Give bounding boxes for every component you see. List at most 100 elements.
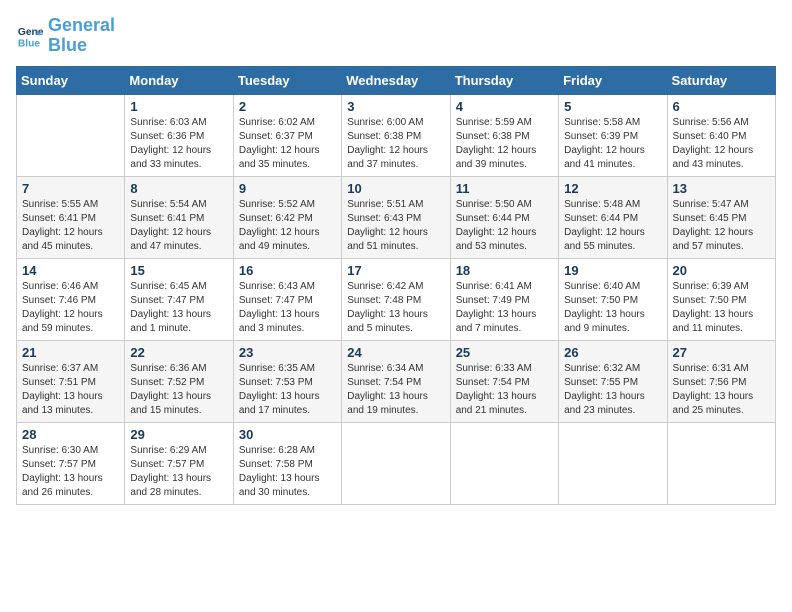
- day-cell: 14 Sunrise: 6:46 AM Sunset: 7:46 PM Dayli…: [17, 258, 125, 340]
- day-info: Sunrise: 6:28 AM Sunset: 7:58 PM Dayligh…: [239, 444, 336, 500]
- week-row-1: 1 Sunrise: 6:03 AM Sunset: 6:36 PM Daylig…: [17, 94, 776, 176]
- day-number: 22: [130, 345, 227, 360]
- logo: General Blue General Blue: [16, 16, 115, 56]
- day-info: Sunrise: 5:47 AM Sunset: 6:45 PM Dayligh…: [673, 198, 770, 254]
- day-number: 1: [130, 99, 227, 114]
- day-number: 23: [239, 345, 336, 360]
- day-info: Sunrise: 6:42 AM Sunset: 7:48 PM Dayligh…: [347, 280, 444, 336]
- day-number: 29: [130, 427, 227, 442]
- day-info: Sunrise: 6:34 AM Sunset: 7:54 PM Dayligh…: [347, 362, 444, 418]
- day-number: 28: [22, 427, 119, 442]
- day-number: 15: [130, 263, 227, 278]
- day-cell: 18Sunrise: 6:41 AM Sunset: 7:49 PM Dayli…: [450, 258, 558, 340]
- day-info: Sunrise: 5:50 AM Sunset: 6:44 PM Dayligh…: [456, 198, 553, 254]
- day-info: Sunrise: 6:35 AM Sunset: 7:53 PM Dayligh…: [239, 362, 336, 418]
- day-number: 20: [673, 263, 770, 278]
- day-number: 5: [564, 99, 661, 114]
- day-number: 8: [130, 181, 227, 196]
- day-cell: [559, 422, 667, 504]
- day-cell: 19Sunrise: 6:40 AM Sunset: 7:50 PM Dayli…: [559, 258, 667, 340]
- logo-text-line2: Blue: [48, 36, 115, 56]
- day-cell: 5 Sunrise: 5:58 AM Sunset: 6:39 PM Daylig…: [559, 94, 667, 176]
- day-info: Sunrise: 5:56 AM Sunset: 6:40 PM Dayligh…: [673, 116, 770, 172]
- logo-text-line1: General: [48, 16, 115, 36]
- week-row-3: 14 Sunrise: 6:46 AM Sunset: 7:46 PM Dayli…: [17, 258, 776, 340]
- day-number: 17: [347, 263, 444, 278]
- day-info: Sunrise: 6:31 AM Sunset: 7:56 PM Dayligh…: [673, 362, 770, 418]
- day-info: Sunrise: 6:33 AM Sunset: 7:54 PM Dayligh…: [456, 362, 553, 418]
- day-number: 24: [347, 345, 444, 360]
- page-header: General Blue General Blue: [16, 16, 776, 56]
- day-cell: 12Sunrise: 5:48 AM Sunset: 6:44 PM Dayli…: [559, 176, 667, 258]
- day-info: Sunrise: 5:59 AM Sunset: 6:38 PM Dayligh…: [456, 116, 553, 172]
- day-number: 11: [456, 181, 553, 196]
- day-cell: 1 Sunrise: 6:03 AM Sunset: 6:36 PM Daylig…: [125, 94, 233, 176]
- day-info: Sunrise: 6:40 AM Sunset: 7:50 PM Dayligh…: [564, 280, 661, 336]
- day-cell: 26 Sunrise: 6:32 AM Sunset: 7:55 PM Dayli…: [559, 340, 667, 422]
- day-cell: 2Sunrise: 6:02 AM Sunset: 6:37 PM Daylig…: [233, 94, 341, 176]
- calendar-table: SundayMondayTuesdayWednesdayThursdayFrid…: [16, 66, 776, 505]
- day-cell: 10 Sunrise: 5:51 AM Sunset: 6:43 PM Dayli…: [342, 176, 450, 258]
- day-cell: 15 Sunrise: 6:45 AM Sunset: 7:47 PM Dayli…: [125, 258, 233, 340]
- day-cell: [342, 422, 450, 504]
- header-cell-sunday: Sunday: [17, 66, 125, 94]
- day-number: 16: [239, 263, 336, 278]
- day-cell: 20Sunrise: 6:39 AM Sunset: 7:50 PM Dayli…: [667, 258, 775, 340]
- svg-text:General: General: [18, 27, 44, 38]
- day-number: 13: [673, 181, 770, 196]
- day-info: Sunrise: 6:45 AM Sunset: 7:47 PM Dayligh…: [130, 280, 227, 336]
- day-cell: 16 Sunrise: 6:43 AM Sunset: 7:47 PM Dayli…: [233, 258, 341, 340]
- day-cell: 24 Sunrise: 6:34 AM Sunset: 7:54 PM Dayli…: [342, 340, 450, 422]
- day-cell: 28 Sunrise: 6:30 AM Sunset: 7:57 PM Dayli…: [17, 422, 125, 504]
- day-number: 25: [456, 345, 553, 360]
- day-number: 26: [564, 345, 661, 360]
- day-info: Sunrise: 5:55 AM Sunset: 6:41 PM Dayligh…: [22, 198, 119, 254]
- day-cell: 7Sunrise: 5:55 AM Sunset: 6:41 PM Daylig…: [17, 176, 125, 258]
- week-row-2: 7Sunrise: 5:55 AM Sunset: 6:41 PM Daylig…: [17, 176, 776, 258]
- day-info: Sunrise: 6:37 AM Sunset: 7:51 PM Dayligh…: [22, 362, 119, 418]
- day-info: Sunrise: 6:30 AM Sunset: 7:57 PM Dayligh…: [22, 444, 119, 500]
- day-cell: 22 Sunrise: 6:36 AM Sunset: 7:52 PM Dayli…: [125, 340, 233, 422]
- day-number: 21: [22, 345, 119, 360]
- day-cell: [450, 422, 558, 504]
- day-number: 3: [347, 99, 444, 114]
- day-number: 2: [239, 99, 336, 114]
- header-cell-wednesday: Wednesday: [342, 66, 450, 94]
- day-number: 4: [456, 99, 553, 114]
- day-number: 27: [673, 345, 770, 360]
- day-number: 12: [564, 181, 661, 196]
- day-info: Sunrise: 6:43 AM Sunset: 7:47 PM Dayligh…: [239, 280, 336, 336]
- day-info: Sunrise: 5:51 AM Sunset: 6:43 PM Dayligh…: [347, 198, 444, 254]
- logo-icon: General Blue: [16, 22, 44, 50]
- day-cell: 17 Sunrise: 6:42 AM Sunset: 7:48 PM Dayli…: [342, 258, 450, 340]
- day-number: 6: [673, 99, 770, 114]
- header-cell-thursday: Thursday: [450, 66, 558, 94]
- day-info: Sunrise: 6:03 AM Sunset: 6:36 PM Dayligh…: [130, 116, 227, 172]
- week-row-5: 28 Sunrise: 6:30 AM Sunset: 7:57 PM Dayli…: [17, 422, 776, 504]
- day-info: Sunrise: 6:32 AM Sunset: 7:55 PM Dayligh…: [564, 362, 661, 418]
- day-cell: 11 Sunrise: 5:50 AM Sunset: 6:44 PM Dayli…: [450, 176, 558, 258]
- week-row-4: 21 Sunrise: 6:37 AM Sunset: 7:51 PM Dayli…: [17, 340, 776, 422]
- day-cell: 4 Sunrise: 5:59 AM Sunset: 6:38 PM Daylig…: [450, 94, 558, 176]
- day-number: 10: [347, 181, 444, 196]
- header-cell-friday: Friday: [559, 66, 667, 94]
- day-cell: 23 Sunrise: 6:35 AM Sunset: 7:53 PM Dayli…: [233, 340, 341, 422]
- day-info: Sunrise: 6:36 AM Sunset: 7:52 PM Dayligh…: [130, 362, 227, 418]
- day-cell: 27 Sunrise: 6:31 AM Sunset: 7:56 PM Dayli…: [667, 340, 775, 422]
- svg-text:Blue: Blue: [18, 38, 41, 49]
- day-info: Sunrise: 6:41 AM Sunset: 7:49 PM Dayligh…: [456, 280, 553, 336]
- header-cell-saturday: Saturday: [667, 66, 775, 94]
- day-cell: 29Sunrise: 6:29 AM Sunset: 7:57 PM Dayli…: [125, 422, 233, 504]
- day-info: Sunrise: 5:54 AM Sunset: 6:41 PM Dayligh…: [130, 198, 227, 254]
- day-info: Sunrise: 6:46 AM Sunset: 7:46 PM Dayligh…: [22, 280, 119, 336]
- day-cell: [17, 94, 125, 176]
- day-number: 14: [22, 263, 119, 278]
- day-cell: 13 Sunrise: 5:47 AM Sunset: 6:45 PM Dayli…: [667, 176, 775, 258]
- day-info: Sunrise: 5:52 AM Sunset: 6:42 PM Dayligh…: [239, 198, 336, 254]
- day-number: 9: [239, 181, 336, 196]
- day-info: Sunrise: 5:58 AM Sunset: 6:39 PM Dayligh…: [564, 116, 661, 172]
- header-row: SundayMondayTuesdayWednesdayThursdayFrid…: [17, 66, 776, 94]
- day-cell: 8 Sunrise: 5:54 AM Sunset: 6:41 PM Daylig…: [125, 176, 233, 258]
- day-cell: [667, 422, 775, 504]
- day-cell: 3Sunrise: 6:00 AM Sunset: 6:38 PM Daylig…: [342, 94, 450, 176]
